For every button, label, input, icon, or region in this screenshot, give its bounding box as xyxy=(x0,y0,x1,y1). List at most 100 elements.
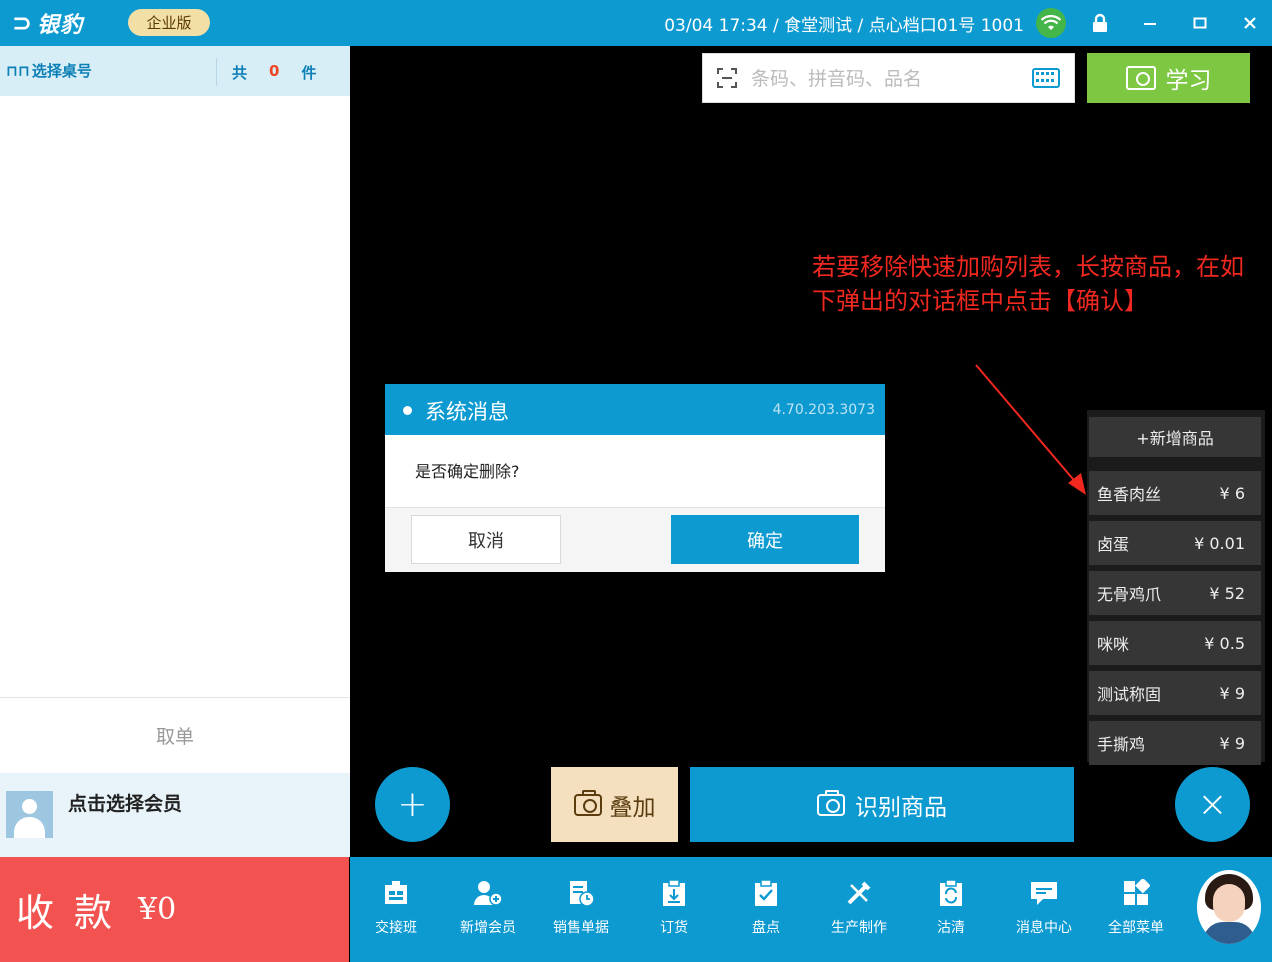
sales-receipt-icon xyxy=(566,877,596,909)
quick-item[interactable]: 鱼香肉丝 ¥ 6 xyxy=(1089,471,1261,515)
maximize-icon[interactable] xyxy=(1183,6,1217,40)
retrieve-order-button[interactable]: 取单 xyxy=(0,697,350,773)
toolbar-item-production[interactable]: 生产制作 xyxy=(819,877,899,947)
recognize-product-button[interactable]: 识别商品 xyxy=(690,767,1074,842)
quick-item-price: ¥ 9 xyxy=(1219,733,1245,753)
toolbar-item-sales[interactable]: 销售单据 xyxy=(541,877,621,947)
toolbar-label: 盘点 xyxy=(752,920,780,936)
quick-item-name: 卤蛋 xyxy=(1097,535,1130,554)
toolbar-item-add-member[interactable]: 新增会员 xyxy=(448,877,528,947)
keyboard-icon[interactable] xyxy=(1032,68,1060,88)
quick-item-price: ¥ 6 xyxy=(1219,483,1245,503)
dialog-title: 系统消息 xyxy=(425,400,509,424)
quick-item-name: 测试称固 xyxy=(1097,685,1162,704)
quick-item-price: ¥ 0.5 xyxy=(1204,633,1245,653)
camera-icon xyxy=(573,789,602,816)
quick-item-name: 鱼香肉丝 xyxy=(1097,485,1162,504)
quick-item[interactable]: 无骨鸡爪 ¥ 52 xyxy=(1089,571,1261,615)
confirm-button[interactable]: 确定 xyxy=(671,515,859,564)
quick-item[interactable]: 手撕鸡 ¥ 9 xyxy=(1089,721,1261,765)
close-icon[interactable] xyxy=(1233,6,1267,40)
item-count: 共 0 件 xyxy=(232,62,316,83)
pay-button[interactable]: 收款 ¥0 xyxy=(0,857,349,962)
recognize-label: 识别商品 xyxy=(855,794,947,821)
close-panel-button[interactable]: × xyxy=(1175,767,1250,842)
toolbar-item-shift[interactable]: 交接班 xyxy=(356,877,436,947)
quick-add-panel: +新增商品 鱼香肉丝 ¥ 6 卤蛋 ¥ 0.01 无骨鸡爪 ¥ 52 咪咪 ¥ … xyxy=(1087,410,1265,765)
store-info: 03/04 17:34 / 食堂测试 / 点心档口01号 1001 xyxy=(664,16,1024,36)
learn-icon xyxy=(1125,66,1156,90)
toolbar-label: 交接班 xyxy=(375,920,417,936)
stack-button[interactable]: 叠加 xyxy=(551,767,678,842)
quick-item-name: 手撕鸡 xyxy=(1097,735,1146,754)
quick-item-name: 咪咪 xyxy=(1097,635,1130,654)
sold-out-icon xyxy=(936,877,966,909)
learn-label: 学习 xyxy=(1165,68,1212,94)
total-unit: 件 xyxy=(301,64,317,82)
message-center-icon xyxy=(1029,877,1059,909)
quick-item-price: ¥ 9 xyxy=(1219,683,1245,703)
total-prefix: 共 xyxy=(232,64,248,82)
toolbar-label: 沽清 xyxy=(937,920,965,936)
add-member-icon xyxy=(473,877,503,909)
bottom-toolbar: 交接班 新增会员 销售单据 订货 盘点 生产制作 沽清 消息中心 全部菜单 xyxy=(350,857,1272,962)
system-message-dialog: 系统消息 4.70.203.3073 是否确定删除? 取消 确定 xyxy=(385,384,885,572)
table-bar: ⊓⊓ 选择桌号 共 0 件 xyxy=(0,46,350,96)
select-table-button[interactable]: ⊓⊓ 选择桌号 xyxy=(6,60,92,81)
stack-label: 叠加 xyxy=(609,794,656,821)
quick-item[interactable]: 卤蛋 ¥ 0.01 xyxy=(1089,521,1261,565)
toolbar-label: 全部菜单 xyxy=(1108,920,1164,936)
search-box[interactable] xyxy=(702,53,1075,103)
annotation-arrow-icon xyxy=(975,364,1086,495)
toolbar-label: 订货 xyxy=(660,920,688,936)
select-member-button[interactable]: 点击选择会员 xyxy=(0,773,350,857)
dot-icon xyxy=(403,406,412,415)
title-bar: ⊃ 银豹 企业版 03/04 17:34 / 食堂测试 / 点心档口01号 10… xyxy=(0,0,1272,46)
production-icon xyxy=(844,877,874,909)
toolbar-label: 销售单据 xyxy=(553,920,609,936)
logo-text: 银豹 xyxy=(37,13,84,38)
add-product-button[interactable]: +新增商品 xyxy=(1089,417,1261,457)
app-logo: ⊃ 银豹 xyxy=(12,8,83,38)
table-icon: ⊓⊓ xyxy=(6,61,30,80)
edition-badge: 企业版 xyxy=(128,9,210,36)
assistant-avatar[interactable] xyxy=(1197,870,1261,944)
order-panel: ⊓⊓ 选择桌号 共 0 件 取单 点击选择会员 xyxy=(0,46,350,857)
inventory-check-icon xyxy=(751,877,781,909)
dialog-message: 是否确定删除? xyxy=(415,462,520,481)
all-menu-icon xyxy=(1121,877,1151,909)
dialog-version: 4.70.203.3073 xyxy=(772,402,875,418)
scan-icon[interactable] xyxy=(717,68,737,88)
lock-icon[interactable] xyxy=(1083,6,1117,40)
quick-item[interactable]: 测试称固 ¥ 9 xyxy=(1089,671,1261,715)
toolbar-item-inventory[interactable]: 盘点 xyxy=(726,877,806,947)
pay-amount: ¥0 xyxy=(138,892,177,927)
logo-mark-icon: ⊃ xyxy=(12,9,34,37)
toolbar-label: 新增会员 xyxy=(460,920,516,936)
wifi-icon xyxy=(1036,8,1066,38)
quick-item-price: ¥ 0.01 xyxy=(1194,533,1245,553)
toolbar-item-order[interactable]: 订货 xyxy=(634,877,714,947)
pay-label: 收款 xyxy=(16,891,133,935)
order-goods-icon xyxy=(659,877,689,909)
learn-button[interactable]: 学习 xyxy=(1087,53,1250,103)
shift-handover-icon xyxy=(381,877,411,909)
toolbar-item-all-menu[interactable]: 全部菜单 xyxy=(1096,877,1176,947)
search-input[interactable] xyxy=(751,64,1021,94)
toolbar-label: 消息中心 xyxy=(1016,920,1072,936)
member-avatar-icon xyxy=(6,791,53,838)
add-button[interactable]: + xyxy=(375,767,450,842)
camera-icon xyxy=(817,789,845,816)
toolbar-label: 生产制作 xyxy=(831,920,887,936)
quick-item[interactable]: 咪咪 ¥ 0.5 xyxy=(1089,621,1261,665)
cancel-button[interactable]: 取消 xyxy=(411,515,561,564)
minimize-icon[interactable] xyxy=(1133,6,1167,40)
toolbar-item-sold-out[interactable]: 沽清 xyxy=(911,877,991,947)
dialog-header: 系统消息 4.70.203.3073 xyxy=(385,384,885,435)
member-label: 点击选择会员 xyxy=(68,793,183,815)
wifi-status-icon[interactable] xyxy=(1034,6,1068,40)
select-table-label: 选择桌号 xyxy=(31,62,92,80)
toolbar-item-messages[interactable]: 消息中心 xyxy=(1004,877,1084,947)
total-count: 0 xyxy=(269,62,280,80)
divider xyxy=(216,58,217,86)
